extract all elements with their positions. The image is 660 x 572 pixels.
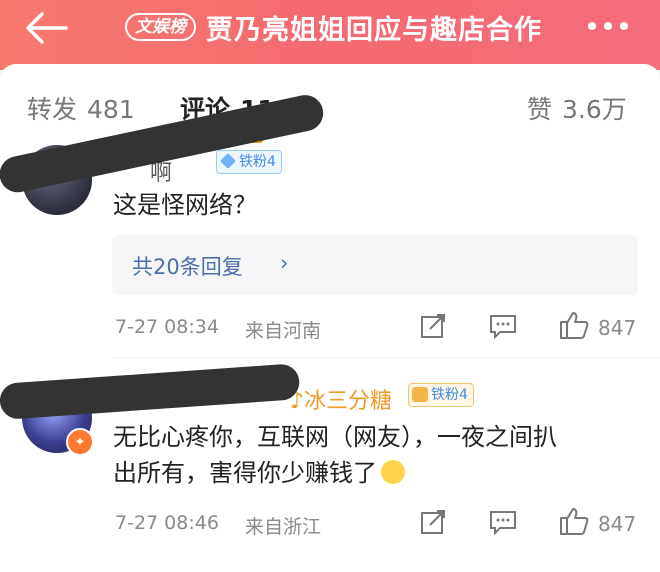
- tab-likes[interactable]: 赞 3.6万: [527, 90, 627, 126]
- back-arrow-icon[interactable]: [22, 8, 72, 48]
- tab-likes-label: 赞: [527, 95, 553, 124]
- view-replies-button[interactable]: 共20条回复 ›: [112, 235, 638, 295]
- comment-location: 来自浙江: [245, 516, 322, 538]
- like-thumb-icon[interactable]: [558, 506, 590, 536]
- like-count: 847: [598, 512, 637, 536]
- comment-text-line-2-text: 出所有，害得你少赚钱了: [113, 459, 377, 487]
- tab-bar: 转发481 评论1161 赞3.6万: [0, 64, 660, 144]
- comment-text-line-1: 无比心疼你，互联网（网友），一夜之间扒: [113, 423, 557, 451]
- like-count: 847: [598, 316, 637, 340]
- top-header: 文娱榜 贾乃亮姐姐回应与趣店合作: [0, 0, 660, 70]
- comment-location: 来自河南: [245, 320, 322, 342]
- fan-level-badge: 铁粉4: [216, 150, 282, 174]
- fan-crown-icon: [412, 387, 428, 402]
- fan-level-badge: 铁粉4: [408, 383, 474, 407]
- tab-reposts[interactable]: 转发 481: [27, 90, 135, 126]
- share-icon[interactable]: [420, 313, 446, 339]
- comment-username[interactable]: ♪冰三分糖: [290, 383, 392, 415]
- tab-reposts-count: 481: [87, 95, 135, 124]
- fan-badge-label: 铁粉4: [431, 387, 468, 403]
- comment-reply-icon[interactable]: [488, 313, 518, 339]
- more-options-icon[interactable]: [588, 16, 636, 36]
- comment-text: 这是怪网络？: [113, 191, 257, 219]
- comment-reply-icon[interactable]: [488, 509, 518, 535]
- chevron-right-icon: ›: [280, 251, 289, 275]
- replies-count-label: 共20条回复: [132, 255, 243, 279]
- header-title-group: 文娱榜 贾乃亮姐姐回应与趣店合作: [125, 10, 542, 46]
- emoji-icon: [381, 460, 405, 484]
- comment-timestamp: 7-27 08:34: [115, 316, 219, 338]
- share-icon[interactable]: [420, 509, 446, 535]
- category-badge: 文娱榜: [125, 13, 196, 41]
- verified-badge-icon: ✦: [66, 428, 94, 456]
- tab-likes-count: 3.6万: [562, 95, 627, 124]
- like-thumb-icon[interactable]: [558, 310, 590, 340]
- comment-timestamp: 7-27 08:46: [115, 512, 219, 534]
- comment-text-line-2: 出所有，害得你少赚钱了: [113, 454, 405, 492]
- fan-gem-icon: [220, 153, 236, 169]
- comment-divider: [112, 357, 660, 358]
- fan-badge-label: 铁粉4: [239, 154, 276, 170]
- page-title: 贾乃亮姐姐回应与趣店合作: [206, 14, 542, 46]
- username-text: 冰三分糖: [304, 389, 393, 414]
- tab-reposts-label: 转发: [27, 95, 78, 124]
